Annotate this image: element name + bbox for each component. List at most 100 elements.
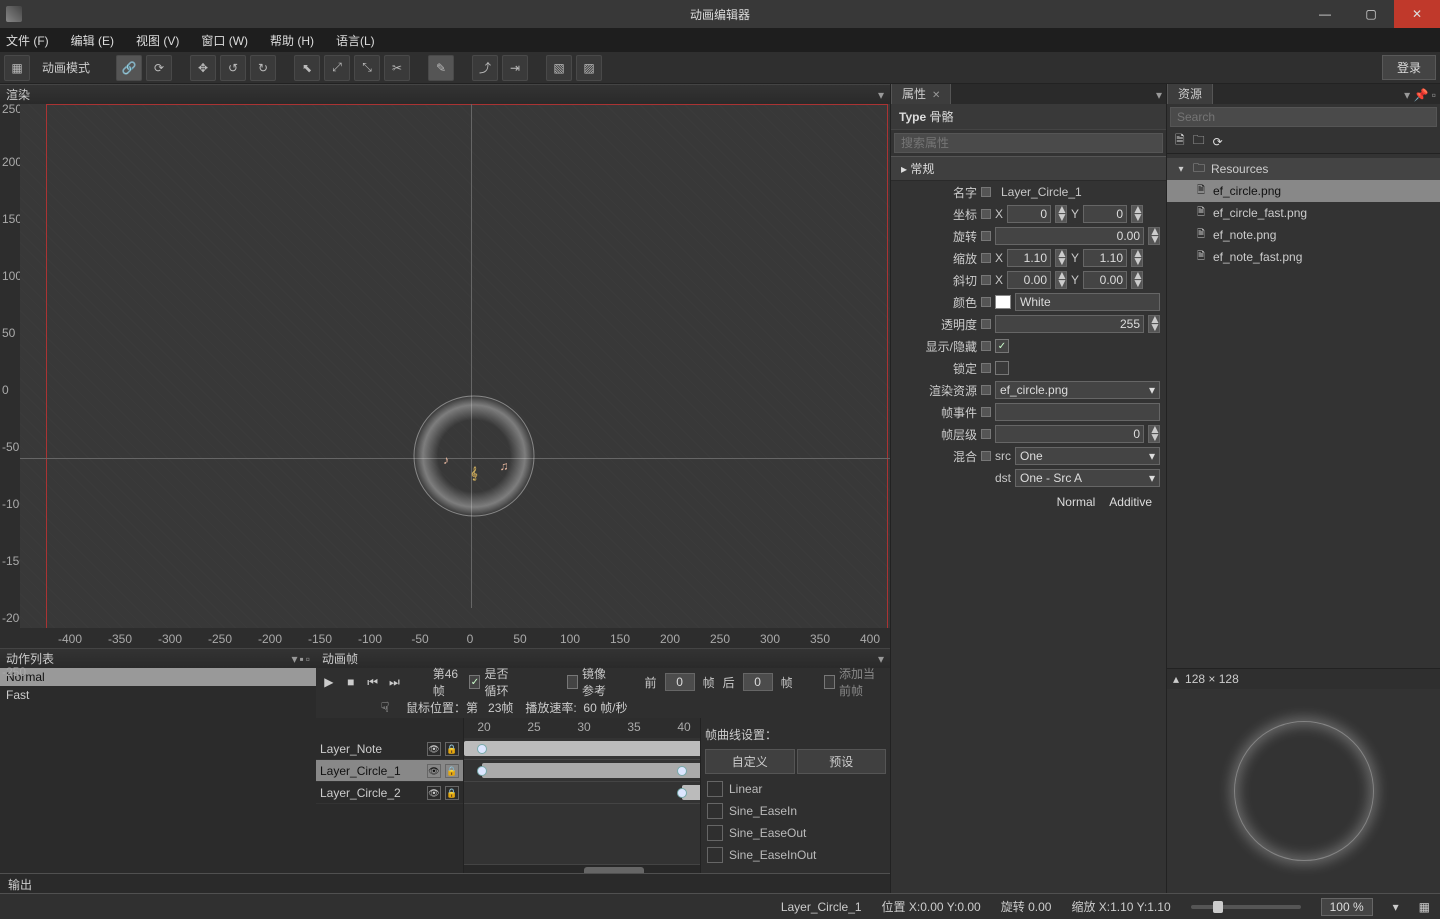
chevron-down-icon[interactable]: ▾ [291, 652, 297, 666]
tree-item[interactable]: 🗎ef_note_fast.png [1167, 246, 1440, 268]
key-toggle[interactable] [981, 451, 991, 461]
spinner[interactable]: ▲▼ [1131, 205, 1143, 223]
next-frame-button[interactable]: ⏭ [388, 673, 402, 691]
resource-search[interactable] [1170, 107, 1437, 127]
loop-checkbox[interactable]: ✓ [469, 675, 480, 689]
move-icon[interactable]: ✥ [190, 55, 216, 81]
chevron-down-icon[interactable]: ▾ [1393, 900, 1399, 914]
keyframe[interactable] [477, 766, 487, 776]
frame-event-input[interactable] [995, 403, 1160, 421]
tree-item[interactable]: 🗎ef_circle.png [1167, 180, 1440, 202]
key-toggle[interactable] [981, 297, 991, 307]
pin-icon[interactable]: 📌 [1413, 88, 1428, 102]
key-toggle[interactable] [981, 385, 991, 395]
add-current-checkbox[interactable] [824, 675, 835, 689]
blend-normal-button[interactable]: Normal [1051, 493, 1102, 511]
eye-icon[interactable]: 👁 [427, 786, 441, 800]
tool-a-icon[interactable]: ⤴ [472, 55, 498, 81]
keyframe[interactable] [677, 766, 687, 776]
eye-icon[interactable]: 👁 [427, 764, 441, 778]
h-scrollbar[interactable] [464, 864, 700, 873]
key-toggle[interactable] [981, 209, 991, 219]
timeline-tracks[interactable]: 20 25 30 35 40 45 50 55 60 65 [464, 718, 700, 873]
tree-item[interactable]: 🗎ef_circle_fast.png [1167, 202, 1440, 224]
spinner[interactable]: ▲▼ [1148, 425, 1160, 443]
expand-icon[interactable]: ⤡ [354, 55, 380, 81]
action-item[interactable]: Normal [0, 668, 316, 686]
menu-view[interactable]: 视图 (V) [136, 32, 179, 49]
menu-language[interactable]: 语言(L) [336, 32, 375, 49]
edit-icon[interactable]: ✎ [428, 55, 454, 81]
key-toggle[interactable] [981, 187, 991, 197]
chevron-down-icon[interactable]: ▾ [1156, 88, 1162, 102]
close-icon[interactable]: ▫ [306, 652, 310, 666]
key-toggle[interactable] [981, 275, 991, 285]
curve-item[interactable]: Sine_EaseInOut [705, 844, 886, 866]
tool-b-icon[interactable]: ⇥ [502, 55, 528, 81]
back-input[interactable] [743, 673, 773, 691]
layer-row[interactable]: Layer_Circle_1👁🔒 [316, 760, 463, 782]
visibility-checkbox[interactable]: ✓ [995, 339, 1009, 353]
chevron-down-icon[interactable]: ▾ [878, 652, 884, 666]
lock-icon[interactable]: 🔒 [445, 764, 459, 778]
property-search[interactable] [894, 133, 1163, 153]
chevron-down-icon[interactable]: ▾ [878, 88, 884, 102]
color-select[interactable]: White [1015, 293, 1160, 311]
keyframe[interactable] [677, 788, 687, 798]
transform-icon[interactable]: ⤢ [324, 55, 350, 81]
key-toggle[interactable] [981, 231, 991, 241]
spinner[interactable]: ▲▼ [1055, 271, 1067, 289]
front-input[interactable] [665, 673, 695, 691]
pin-icon[interactable]: ▪ [299, 652, 303, 666]
layer-row[interactable]: Layer_Note👁🔒 [316, 738, 463, 760]
lock-checkbox[interactable] [995, 361, 1009, 375]
track-row[interactable] [464, 738, 700, 760]
refresh-icon[interactable]: ⟳ [1213, 135, 1223, 149]
keyframe[interactable] [477, 744, 487, 754]
menu-file[interactable]: 文件 (F) [6, 32, 49, 49]
curve-tab-preset[interactable]: 预设 [797, 749, 887, 774]
toolbar-btn-new[interactable]: ▦ [4, 55, 30, 81]
maximize-button[interactable]: ▢ [1348, 0, 1394, 28]
canvas-object[interactable]: 𝄞 ♪ ♫ [410, 392, 538, 520]
pointer-icon[interactable]: ☟ [376, 698, 394, 716]
rotate-cw-icon[interactable]: ↻ [250, 55, 276, 81]
close-icon[interactable]: ✕ [932, 90, 940, 101]
curve-item[interactable]: Linear [705, 778, 886, 800]
coord-x-input[interactable] [1007, 205, 1051, 223]
spinner[interactable]: ▲▼ [1131, 271, 1143, 289]
coord-y-input[interactable] [1083, 205, 1127, 223]
spinner[interactable]: ▲▼ [1148, 315, 1160, 333]
viewport[interactable]: 250 200 150 100 50 0 -50 -100 -150 -200 … [0, 104, 890, 648]
key-toggle[interactable] [981, 253, 991, 263]
rotate-ccw-icon[interactable]: ↺ [220, 55, 246, 81]
curve-tab-custom[interactable]: 自定义 [705, 749, 795, 774]
layout-icon[interactable]: ▦ [1419, 900, 1430, 914]
viewport-canvas[interactable]: 𝄞 ♪ ♫ -400 -350 -300 -250 -200 -150 -100… [20, 104, 890, 648]
track-row[interactable] [464, 782, 700, 804]
curve-item[interactable]: Sine_EaseOut [705, 822, 886, 844]
action-item[interactable]: Fast [0, 686, 316, 704]
opacity-input[interactable] [995, 315, 1144, 333]
scale-x-input[interactable] [1007, 249, 1051, 267]
blend-additive-button[interactable]: Additive [1103, 493, 1158, 511]
cut-icon[interactable]: ✂ [384, 55, 410, 81]
zoom-slider[interactable] [1191, 905, 1301, 909]
lock-icon[interactable]: 🔒 [445, 742, 459, 756]
collapse-icon[interactable]: ▴ [1173, 672, 1179, 686]
spinner[interactable]: ▲▼ [1148, 227, 1160, 245]
prev-frame-button[interactable]: ⏮ [366, 673, 380, 691]
key-toggle[interactable] [981, 363, 991, 373]
file-icon[interactable]: 🗎 [1175, 131, 1185, 152]
lock-icon[interactable]: 🔒 [445, 786, 459, 800]
spinner[interactable]: ▲▼ [1055, 205, 1067, 223]
minimize-button[interactable]: — [1302, 0, 1348, 28]
resources-tab[interactable]: 资源 [1167, 84, 1213, 104]
curve-item[interactable]: Sine_EaseIn [705, 800, 886, 822]
layout-a-icon[interactable]: ▧ [546, 55, 572, 81]
group-general[interactable]: ▸ 常规 [891, 156, 1166, 181]
skew-x-input[interactable] [1007, 271, 1051, 289]
chevron-down-icon[interactable]: ▾ [1404, 88, 1410, 102]
menu-help[interactable]: 帮助 (H) [270, 32, 314, 49]
track-row[interactable] [464, 760, 700, 782]
